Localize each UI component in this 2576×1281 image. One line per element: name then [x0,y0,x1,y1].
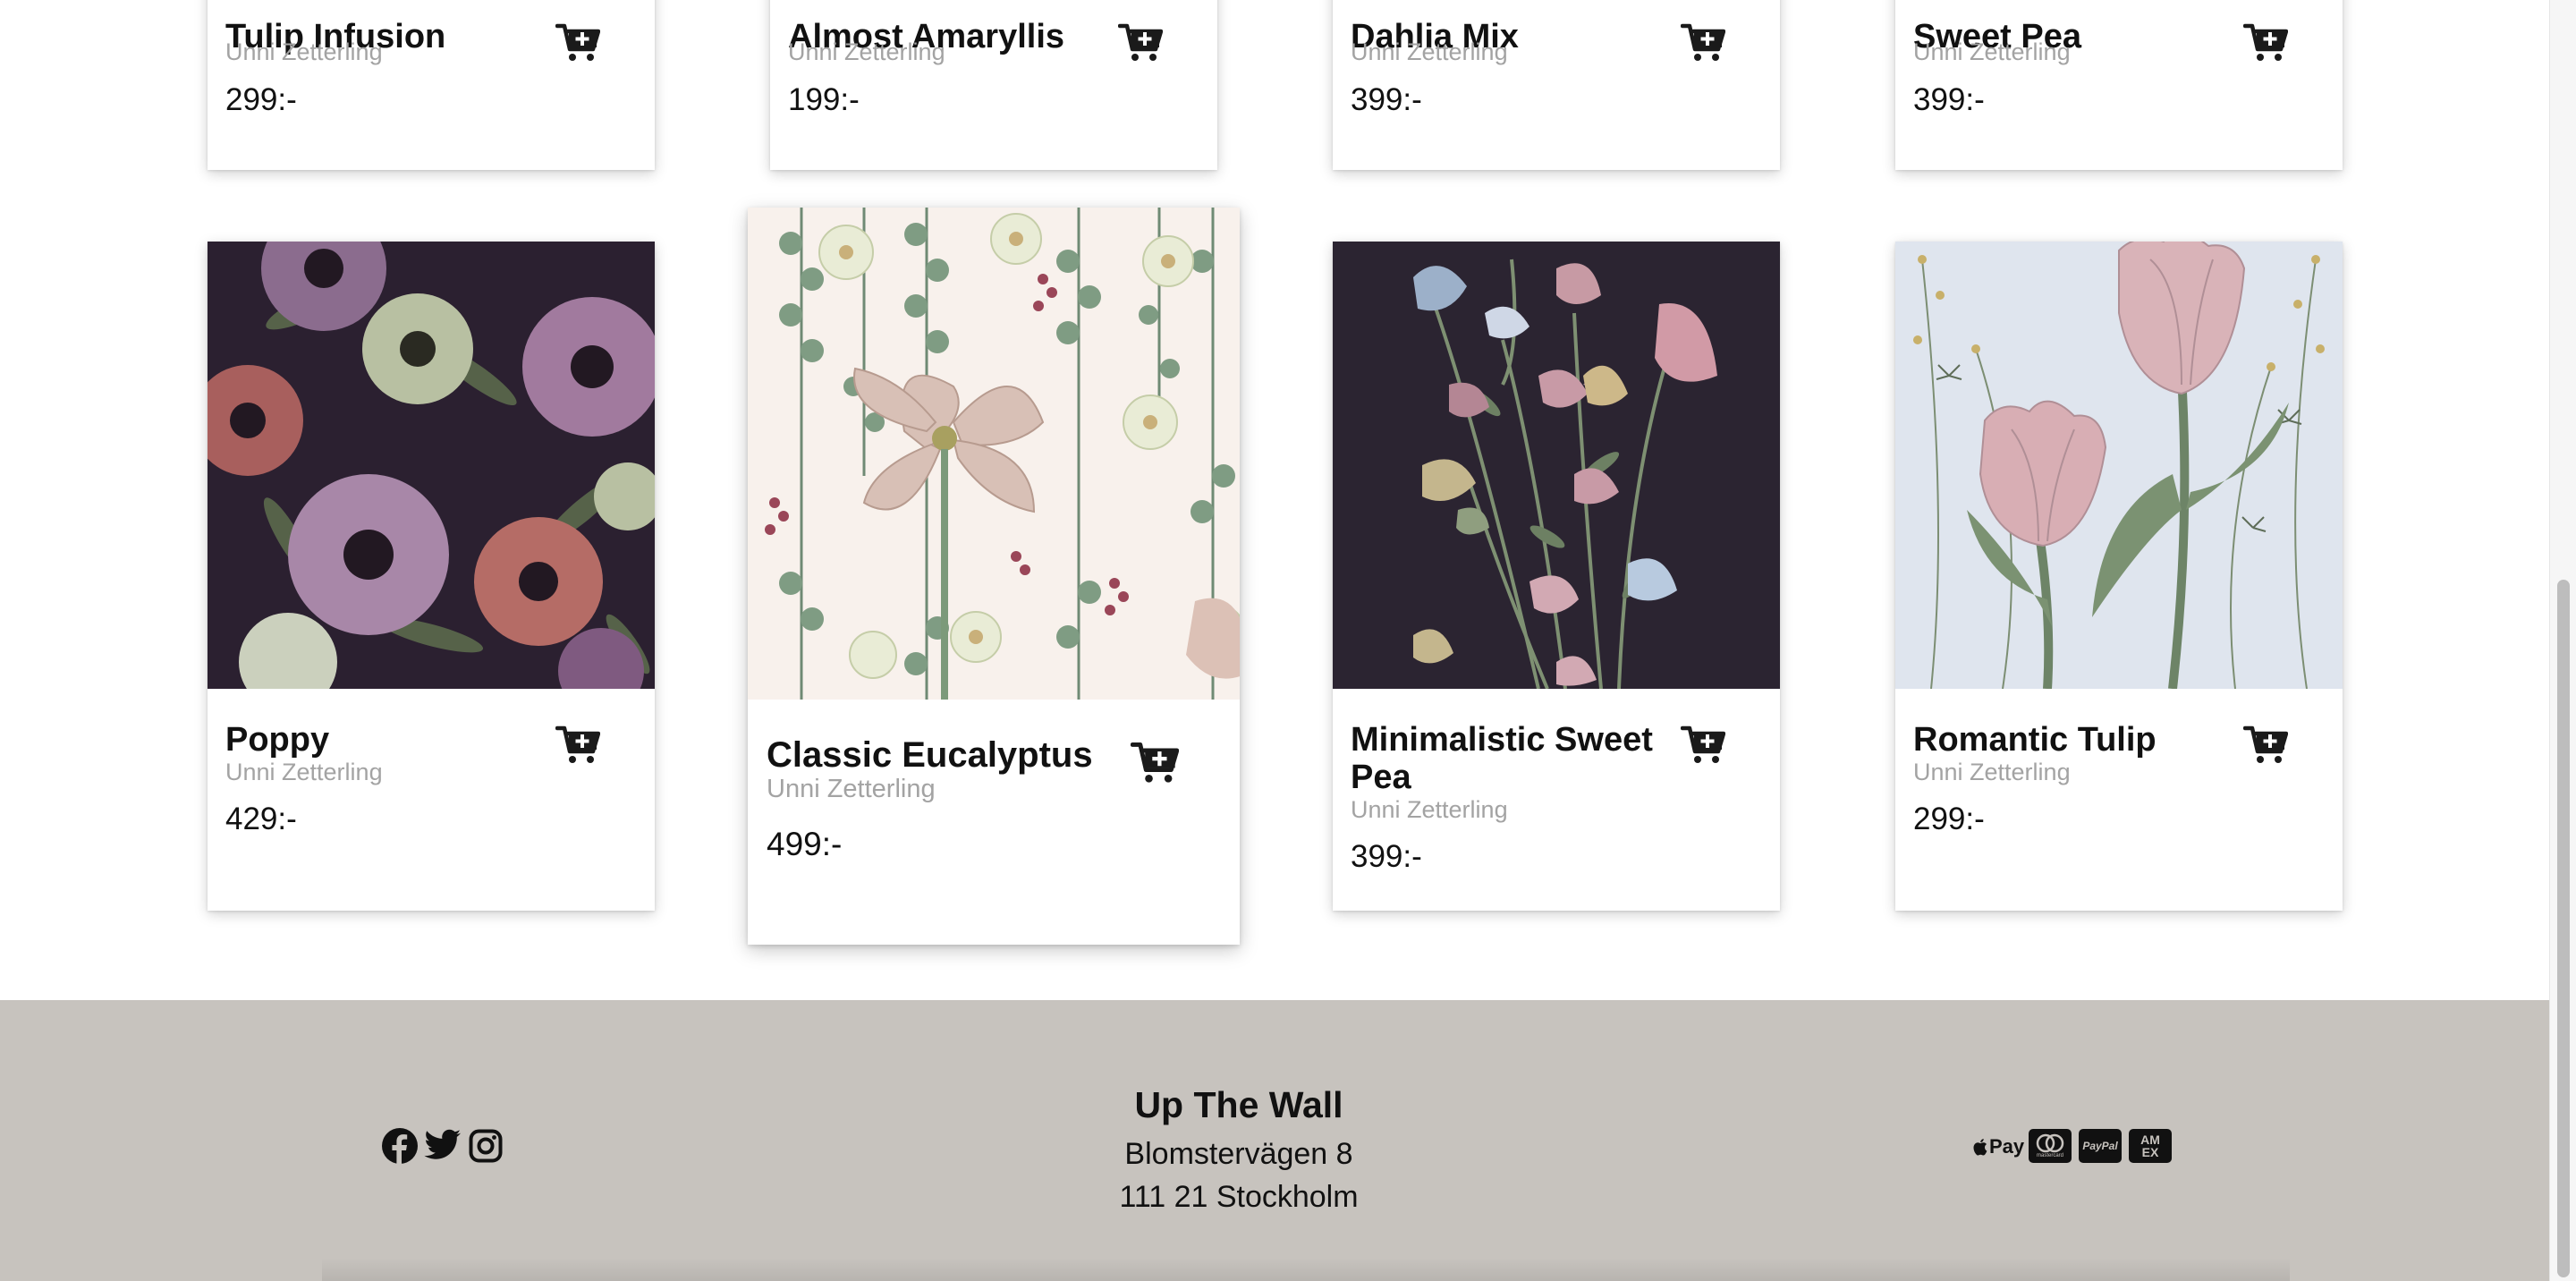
site-footer: Up The Wall Blomstervägen 8 111 21 Stock… [0,1000,2549,1281]
product-card-romantic-tulip[interactable]: Romantic Tulip Unni Zetterling 299:- [1895,242,2343,911]
add-to-cart-icon[interactable] [1681,725,1725,766]
product-artist: Unni Zetterling [767,775,936,803]
payment-methods: Pay mastercard PayPal AM EX [1973,1129,2172,1165]
mastercard-label: mastercard [2036,1153,2063,1158]
add-to-cart-icon[interactable] [555,22,600,64]
apple-pay-label: Pay [1989,1135,2025,1158]
add-to-cart-icon[interactable] [2243,22,2288,64]
product-artist: Unni Zetterling [788,38,945,65]
footer-bottom-shadow [322,1258,2290,1281]
product-card-classic-eucalyptus[interactable]: Classic Eucalyptus Unni Zetterling 499:- [748,208,1240,945]
product-image-classic-eucalyptus[interactable] [748,208,1240,700]
product-card-poppy[interactable]: Poppy Unni Zetterling 429:- [208,242,655,911]
product-price: 499:- [767,826,843,862]
product-artist: Unni Zetterling [225,38,383,65]
product-card-sweet-pea[interactable]: Sweet Pea Unni Zetterling 399:- [1895,0,2343,170]
paypal-label: PayPal [2082,1140,2118,1152]
product-title-line1[interactable]: Minimalistic Sweet [1351,721,1653,759]
add-to-cart-icon[interactable] [555,725,600,766]
social-links [381,1127,506,1166]
product-artist: Unni Zetterling [225,759,383,785]
twitter-icon[interactable] [424,1129,462,1163]
add-to-cart-icon[interactable] [2243,725,2288,766]
product-title[interactable]: Romantic Tulip [1913,721,2157,759]
product-artist: Unni Zetterling [1351,796,1508,823]
page-scrollbar[interactable] [2549,0,2576,1281]
product-image-poppy[interactable] [208,242,655,689]
product-price: 399:- [1351,839,1422,874]
product-price: 299:- [225,82,297,117]
product-title[interactable]: Classic Eucalyptus [767,735,1093,775]
add-to-cart-icon[interactable] [1131,741,1179,785]
product-title[interactable]: Poppy [225,721,329,759]
mastercard-icon: mastercard [2029,1129,2072,1163]
add-to-cart-icon[interactable] [1118,22,1163,64]
product-artist: Unni Zetterling [1913,759,2071,785]
product-price: 199:- [788,82,860,117]
amex-icon: AM EX [2129,1129,2172,1163]
product-card-tulip-infusion[interactable]: Tulip Infusion Unni Zetterling 299:- [208,0,655,170]
product-card-dahlia-mix[interactable]: Dahlia Mix Unni Zetterling 399:- [1333,0,1780,170]
footer-address-city: 111 21 Stockholm [1119,1180,1359,1214]
product-artist: Unni Zetterling [1913,38,2071,65]
product-image-romantic-tulip[interactable] [1895,242,2343,689]
product-card-almost-amaryllis[interactable]: Almost Amaryllis Unni Zetterling 199:- [770,0,1217,170]
footer-brand-name: Up The Wall [1134,1084,1343,1125]
product-price: 399:- [1351,82,1422,117]
product-artist: Unni Zetterling [1351,38,1508,65]
product-price: 429:- [225,802,297,836]
product-title-line2[interactable]: Pea [1351,759,1411,796]
product-price: 299:- [1913,802,1985,836]
facebook-icon[interactable] [381,1127,419,1165]
amex-label: AM EX [2140,1133,2160,1159]
instagram-icon[interactable] [469,1129,503,1163]
footer-address-street: Blomstervägen 8 [1124,1137,1353,1171]
apple-pay-icon: Pay [1973,1134,2024,1159]
scrollbar-thumb[interactable] [2557,580,2570,1277]
paypal-icon: PayPal [2079,1129,2122,1163]
apple-logo-icon [1973,1139,1987,1156]
product-price: 399:- [1913,82,1985,117]
add-to-cart-icon[interactable] [1681,22,1725,64]
product-image-minimalistic-sweet-pea[interactable] [1333,242,1780,689]
product-card-minimalistic-sweet-pea[interactable]: Minimalistic Sweet Pea Unni Zetterling 3… [1333,242,1780,911]
